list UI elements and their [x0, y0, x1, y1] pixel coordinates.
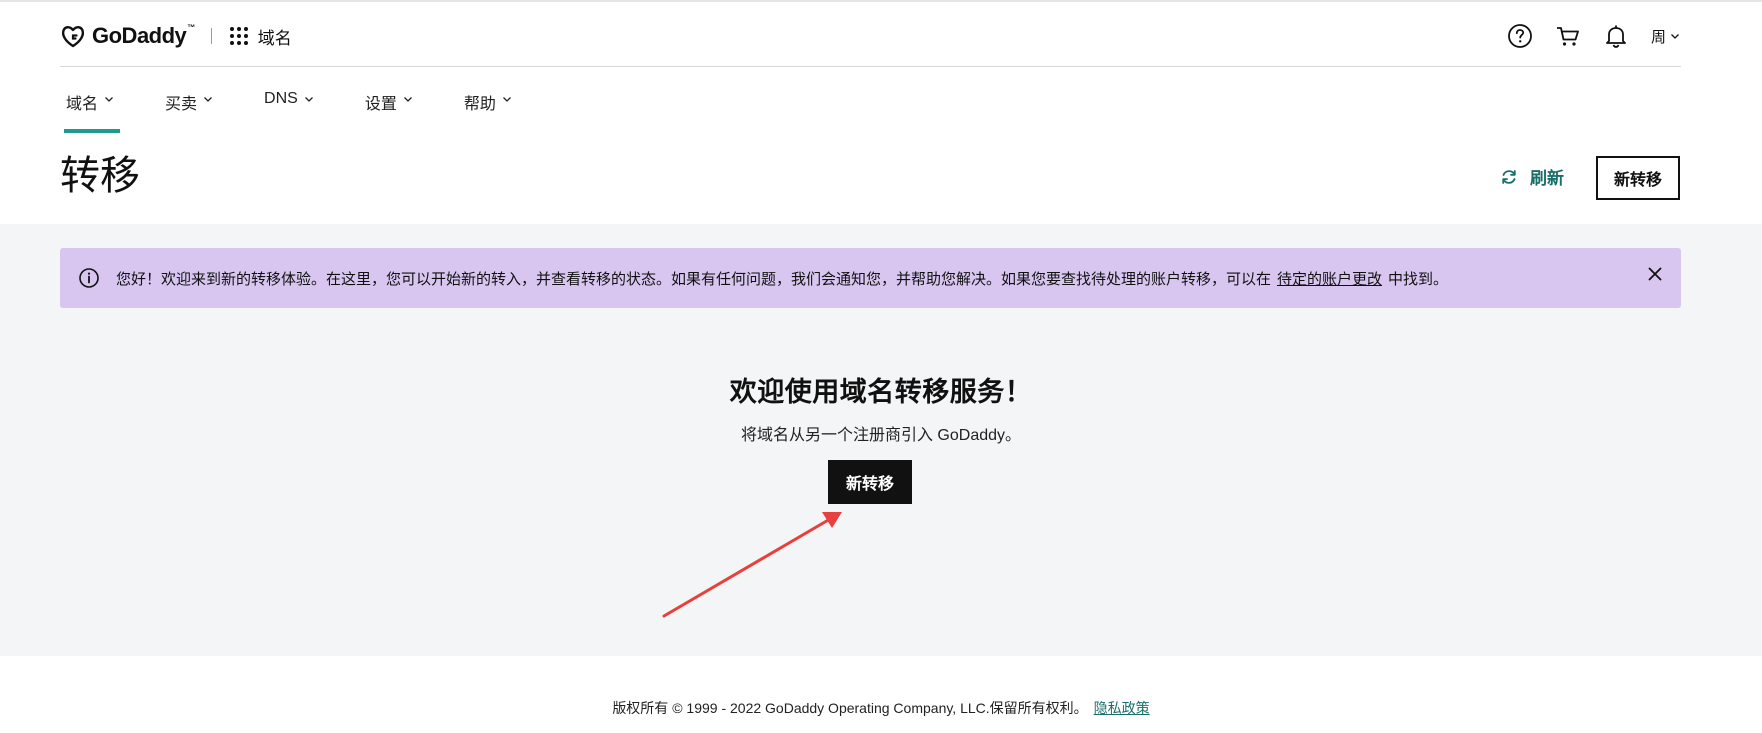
refresh-label: 刷新 [1530, 169, 1564, 188]
apps-grid-icon[interactable] [229, 27, 248, 45]
nav-item-label: DNS [264, 90, 298, 107]
refresh-button[interactable]: 刷新 [1500, 164, 1564, 189]
logo-text: GoDaddy™ [92, 23, 195, 48]
new-transfer-primary-button[interactable]: 新转移 [828, 460, 912, 504]
nav-item-help[interactable]: 帮助 [458, 84, 518, 126]
user-name: 周 [1650, 28, 1666, 46]
info-banner: 您好！欢迎来到新的转移体验。在这里，您可以开始新的转入，并查看转移的状态。如果有… [60, 248, 1681, 308]
footer: 版权所有 © 1999 - 2022 GoDaddy Operating Com… [0, 698, 1762, 718]
header-actions: 周 [1507, 23, 1680, 49]
content-area: 您好！欢迎来到新的转移体验。在这里，您可以开始新的转入，并查看转移的状态。如果有… [0, 224, 1762, 656]
nav-item-label: 域名 [66, 96, 99, 113]
refresh-icon [1502, 169, 1516, 184]
banner-text-after: 中找到。 [1388, 270, 1449, 288]
chevron-down-icon [1671, 34, 1679, 39]
empty-state-title: 欢迎使用域名转移服务！ [729, 377, 1033, 407]
close-icon[interactable] [1643, 262, 1667, 286]
top-border [0, 0, 1762, 2]
help-icon[interactable] [1507, 23, 1533, 49]
godaddy-logo[interactable]: GoDaddy™ [60, 23, 195, 49]
nav-item-buy-sell[interactable]: 买卖 [159, 84, 219, 126]
pending-account-changes-link[interactable]: 待定的账户更改 [1277, 271, 1382, 288]
nav-item-label: 买卖 [165, 96, 198, 113]
nav-item-label: 设置 [364, 96, 397, 113]
chevron-down-icon [403, 97, 412, 102]
app-header: GoDaddy™ 域名 周 [60, 16, 1680, 56]
cart-icon[interactable] [1555, 23, 1581, 49]
banner-text: 您好！欢迎来到新的转移体验。在这里，您可以开始新的转入，并查看转移的状态。如果有… [116, 268, 1448, 289]
privacy-policy-link[interactable]: 隐私政策 [1094, 700, 1150, 716]
chevron-down-icon [502, 97, 511, 102]
page-title: 转移 [60, 154, 140, 198]
godaddy-logo-icon [61, 26, 85, 48]
main-nav: 域名 买卖 DNS 设置 帮助 [60, 84, 557, 133]
nav-item-domains[interactable]: 域名 [60, 84, 121, 133]
nav-item-dns[interactable]: DNS [258, 84, 320, 126]
empty-state: 欢迎使用域名转移服务！ 将域名从另一个注册商引入 GoDaddy。 [0, 370, 1762, 445]
user-menu[interactable]: 周 [1651, 26, 1680, 47]
banner-text-before: 您好！欢迎来到新的转移体验。在这里，您可以开始新的转入，并查看转移的状态。如果有… [116, 270, 1272, 288]
new-transfer-button[interactable]: 新转移 [1596, 156, 1680, 200]
nav-item-settings[interactable]: 设置 [359, 84, 419, 126]
copyright-text: 版权所有 © 1999 - 2022 GoDaddy Operating Com… [612, 700, 1088, 716]
chevron-down-icon [204, 97, 212, 102]
chevron-down-icon [304, 97, 313, 102]
chevron-down-icon [105, 97, 113, 102]
header-divider [210, 28, 212, 44]
info-icon [79, 268, 99, 288]
product-name: 域名 [257, 28, 292, 48]
nav-item-label: 帮助 [463, 96, 496, 113]
bell-icon[interactable] [1603, 23, 1629, 49]
empty-state-subtitle: 将域名从另一个注册商引入 GoDaddy。 [740, 427, 1022, 444]
header-separator [60, 66, 1681, 67]
